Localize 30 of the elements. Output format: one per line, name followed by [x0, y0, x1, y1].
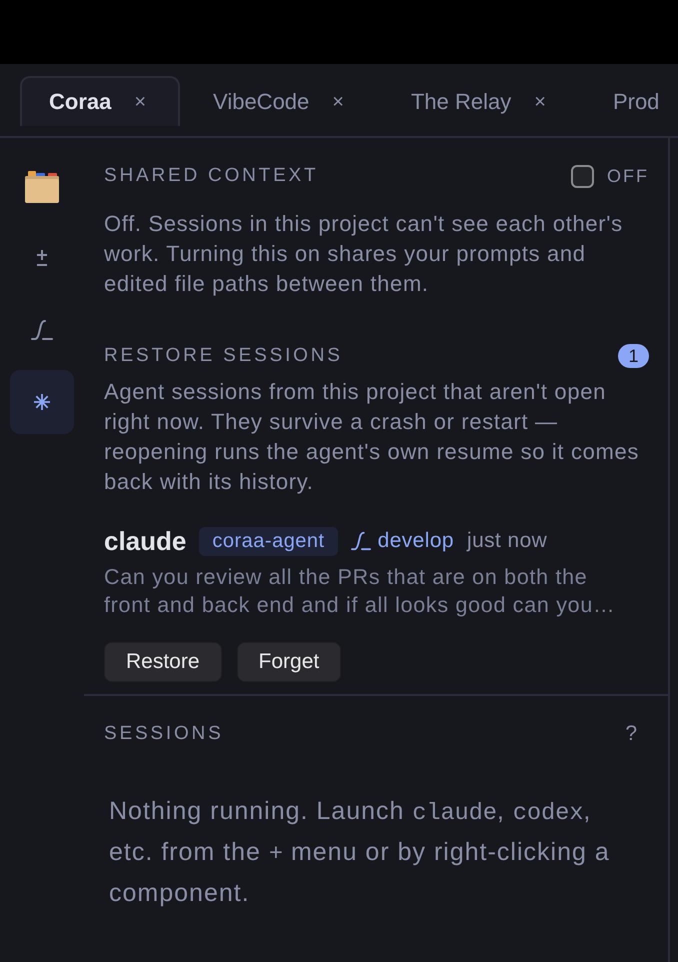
step-line-icon: [350, 531, 371, 551]
branch-name: develop: [378, 529, 454, 553]
step-line-icon: [31, 319, 53, 341]
section-description: Off. Sessions in this project can't see each other's work. Turning this on shares your prompts and edited file paths between them.: [104, 210, 624, 298]
empty-state-message: Nothing running. Launch claude, codex, etc. from the + menu or by right-clicking a component.: [109, 796, 611, 909]
plus-minus-icon: [34, 249, 50, 267]
project-tag: coraa-agent: [199, 526, 338, 556]
project-tab[interactable]: VibeCode ×: [184, 76, 378, 126]
count-badge: 1: [618, 344, 649, 368]
close-tab-button[interactable]: ×: [534, 90, 546, 114]
sidebar-item[interactable]: [10, 370, 74, 434]
section-title: SHARED CONTEXT: [104, 164, 318, 188]
checkbox[interactable]: [571, 164, 594, 188]
project-tab[interactable]: Coraa ×: [20, 76, 180, 126]
section-description: Agent sessions from this project that aren't open right now. They survive a crash or restart — reopening runs the agent's own resume so it comes back with its history.: [104, 378, 640, 496]
asterisk-icon: [33, 393, 51, 411]
session-action-button[interactable]: Restore: [104, 642, 222, 682]
close-tab-button[interactable]: ×: [332, 90, 344, 114]
session-action-button[interactable]: Forget: [236, 642, 342, 682]
agent-name: claude: [104, 526, 186, 556]
section-title: RESTORE SESSIONS: [104, 344, 343, 368]
session-preview: Can you review all the PRs that are on both the front and back end and if all looks good can you…: [104, 564, 616, 619]
session-time: just now: [467, 529, 548, 553]
close-tab-button[interactable]: ×: [134, 90, 146, 114]
help-button[interactable]: ?: [625, 722, 637, 746]
project-tab[interactable]: Prod: [584, 76, 662, 126]
project-tab[interactable]: The Relay ×: [382, 76, 580, 126]
section-title: SESSIONS: [104, 722, 224, 746]
file-box-icon: [24, 169, 60, 203]
toggle-label: OFF: [607, 166, 649, 186]
